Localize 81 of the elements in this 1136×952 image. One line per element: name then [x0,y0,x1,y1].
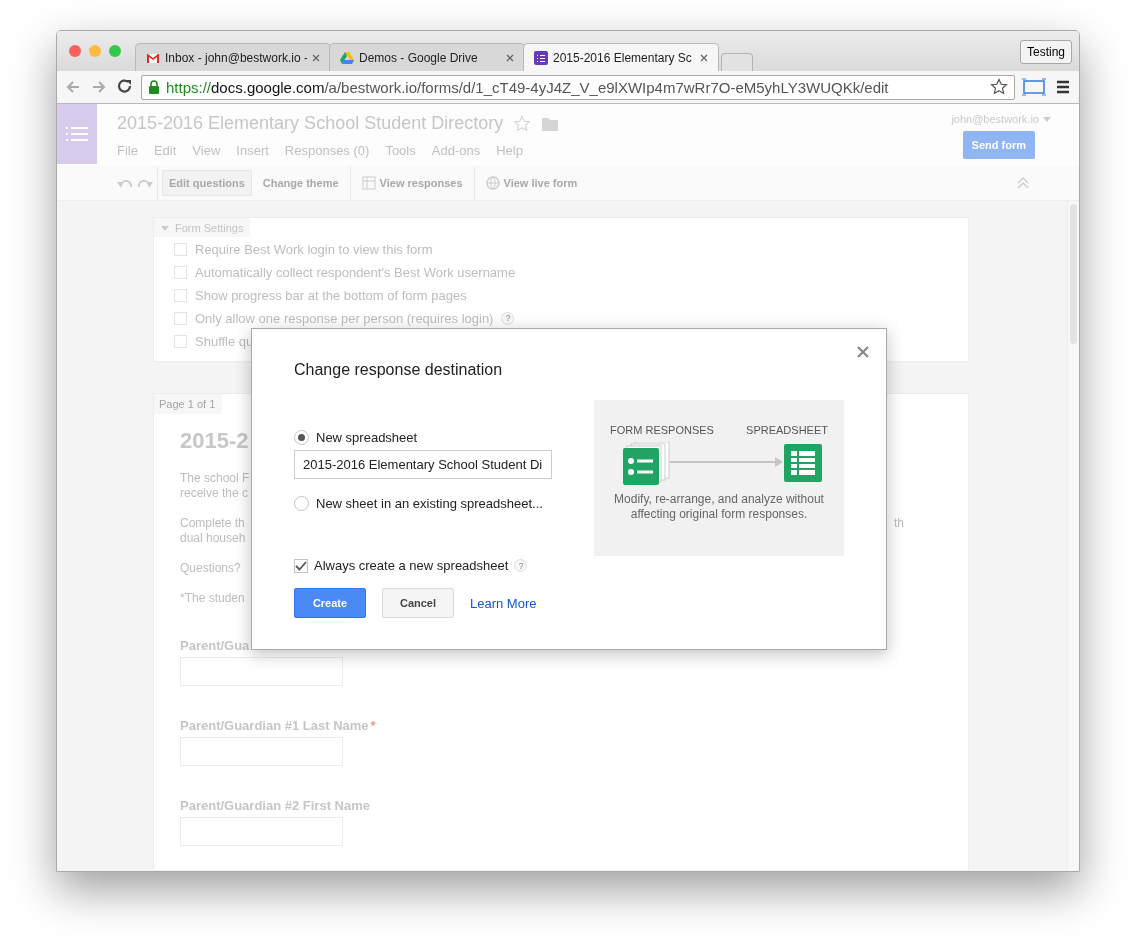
description-text: The school F [180,471,250,486]
redo-icon[interactable] [137,177,153,189]
grid-icon [361,176,376,190]
check-icon [295,560,307,571]
description-text: Questions? [180,561,241,576]
option-label: Show progress bar at the bottom of form pages [195,287,467,303]
caret-down-icon[interactable] [161,223,169,232]
radio-button[interactable] [294,430,309,445]
address-field[interactable]: https://docs.google.com/a/bestwork.io/forms/d/1_cT49-4yJ4Z_V_e9lXWIp4m7wRr7O-eM5yhLY3WUQKk/edit [141,74,1015,100]
option-label: Automatically collect respondent's Best Work username [195,264,516,280]
checkbox-label[interactable]: Always create a new spreadsheet [314,558,509,573]
toolbar-button[interactable]: View responses [354,169,470,197]
menu-item[interactable]: Tools [385,143,416,158]
send-form-button[interactable]: Send form [962,131,1035,159]
toolbar-button[interactable]: View live form [478,169,585,197]
profile-button[interactable]: Testing [1019,40,1072,64]
dialog-title: Change response destination [294,361,504,379]
illustration-label: SPREADSHEET [746,424,828,436]
form-title: 2015-2 [180,428,249,454]
checkbox[interactable] [174,288,187,302]
collapse-icon[interactable] [1017,177,1029,189]
menu-item[interactable]: Add-ons [431,143,481,158]
browser-tab[interactable]: Demos - Google Drive [329,43,525,71]
radio-button[interactable] [294,496,309,511]
menu-item[interactable]: Edit [153,143,177,158]
new-tab-button[interactable] [721,53,753,71]
illustration-label: FORM RESPONSES [610,424,714,436]
question-label: Parent/Gua [180,638,250,653]
option-label[interactable]: New spreadsheet [316,430,418,445]
toolbar-button[interactable]: Edit questions [162,170,252,196]
undo-icon[interactable] [117,177,133,189]
option-label: Only allow one response per person (requires login) [195,310,494,326]
cancel-button[interactable]: Cancel [382,588,454,618]
checkbox[interactable] [174,334,187,348]
window-control-button[interactable] [109,45,121,57]
question-label: Parent/Guardian #2 First Name [180,798,370,813]
option-label[interactable]: New sheet in an existing spreadsheet... [316,496,543,511]
form-icon [534,50,548,65]
menu-item[interactable]: Insert [236,143,269,158]
required-mark: * [370,718,376,733]
browser-tab[interactable]: Inbox - john@bestwork.io - [135,43,331,71]
checkbox[interactable] [174,242,187,256]
screen-icon[interactable] [1021,77,1047,97]
checkbox[interactable] [294,558,308,573]
option-label: Require Best Work login to view this form [195,241,433,257]
create-button[interactable]: Create [294,588,366,618]
triangle-icon [340,50,354,65]
description-text: receive the c [180,486,249,501]
checkbox[interactable] [174,265,187,279]
window-control-button[interactable] [89,45,101,57]
menu-item[interactable]: Help [496,143,523,158]
description-text: dual househ [180,531,246,546]
star-icon[interactable] [990,78,1008,96]
name-field[interactable]: 2015-2016 Elementary School Student Di [294,450,552,479]
browser-tab[interactable]: 2015-2016 Elementary Sc [523,43,719,71]
answer-field[interactable] [180,657,343,686]
help-icon[interactable]: ? [501,311,515,325]
forms-logo-button[interactable] [57,104,97,164]
description-text: *The studen [180,591,245,606]
description-text: Complete th [180,516,245,531]
illustration-caption: Modify, re-arrange, and analyze without affecting original form responses. [613,492,825,522]
learn-more-link[interactable]: Learn More [470,595,537,611]
caret-icon[interactable] [1043,116,1051,122]
window-control-button[interactable] [69,45,81,57]
close-icon[interactable] [857,346,869,358]
toolbar-button[interactable]: Change theme [255,170,346,196]
close-icon[interactable] [506,53,514,62]
menu-item[interactable]: File [117,143,138,158]
list-icon [66,126,88,142]
scrollbar[interactable] [1067,201,1079,871]
description-text: th [894,516,904,531]
page-label: Page 1 of 1 [154,394,222,414]
help-icon[interactable]: ? [514,559,528,572]
folder-icon[interactable] [541,115,560,132]
close-icon[interactable] [312,53,320,62]
menu-item[interactable]: View [192,143,221,158]
checkbox[interactable] [174,311,187,325]
question-label: Parent/Guardian #1 Last Name [180,718,369,733]
globe-icon [485,176,500,190]
close-icon[interactable] [700,53,708,62]
menu-item[interactable]: Responses (0) [284,143,370,158]
